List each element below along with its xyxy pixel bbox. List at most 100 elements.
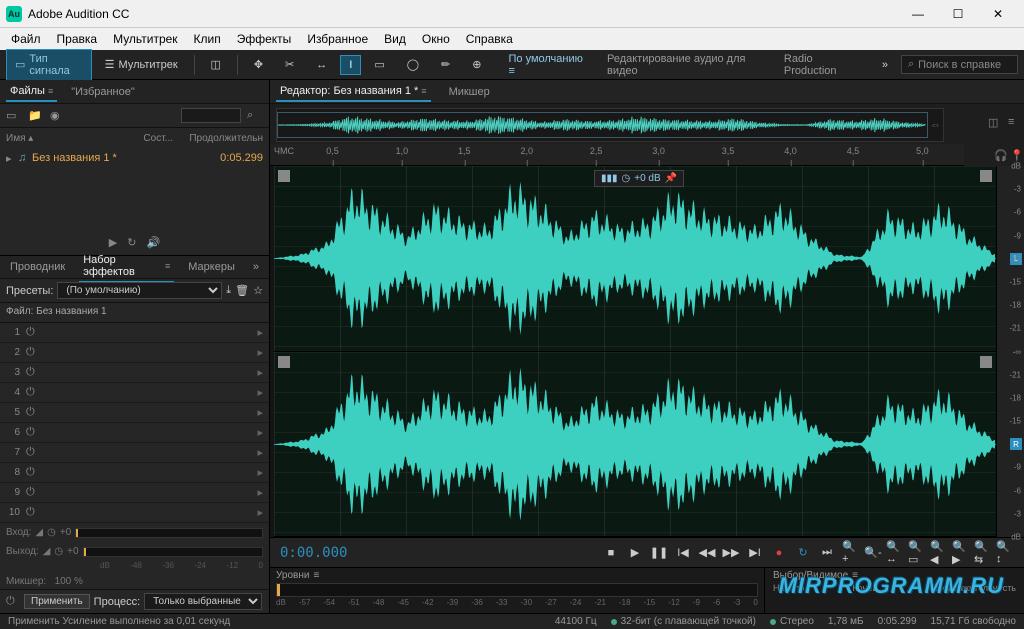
fx-slot[interactable]: 7⏻▸ [0, 443, 269, 463]
fx-slot-arrow-icon[interactable]: ▸ [257, 466, 263, 479]
knob-icon[interactable]: ◷ [47, 527, 56, 538]
zoom-in-right-button[interactable]: 🔍▶ [952, 544, 970, 562]
minimize-button[interactable]: — [898, 0, 938, 28]
close-button[interactable]: ✕ [978, 0, 1018, 28]
workspace-default[interactable]: По умолчанию ≡ [498, 53, 592, 77]
fx-power-icon[interactable]: ⏻ [6, 595, 20, 608]
fx-slot-power-icon[interactable]: ⏻ [26, 346, 38, 359]
timeline-ruler[interactable]: ЧМС 0,5 1,0 1,5 2,0 2,5 3,0 3,5 4,0 4,5 … [270, 144, 964, 166]
channel-label-r[interactable]: R [1010, 438, 1022, 450]
fx-slot[interactable]: 4⏻▸ [0, 383, 269, 403]
favorite-preset-icon[interactable]: ☆ [253, 284, 263, 297]
rewind-button[interactable]: ◀◀ [698, 544, 716, 562]
fx-slot-arrow-icon[interactable]: ▸ [257, 486, 263, 499]
fx-slot-power-icon[interactable]: ⏻ [26, 366, 38, 379]
tool-lasso-button[interactable]: ◯ [398, 54, 428, 75]
loop-button[interactable]: ↻ [794, 544, 812, 562]
delete-preset-icon[interactable]: 🗑 [235, 284, 249, 297]
fx-slot-power-icon[interactable]: ⏻ [26, 506, 38, 519]
fade-out-handle[interactable] [980, 170, 992, 182]
zoom-out-full-button[interactable]: 🔍⇆ [974, 544, 992, 562]
workspace-radio[interactable]: Radio Production [774, 53, 869, 77]
tool-spectral-button[interactable]: ◫ [202, 54, 230, 75]
zoom-out-button[interactable]: 🔍- [864, 544, 882, 562]
fade-out-handle[interactable] [980, 356, 992, 368]
open-file-icon[interactable]: 📁 [28, 109, 44, 123]
new-file-icon[interactable]: ▭ [6, 109, 22, 123]
view-waveform-button[interactable]: ▭ Тип сигнала [6, 49, 92, 81]
channel-left[interactable]: ▮▮▮ ◷ +0 dB 📌 [274, 166, 996, 352]
zoom-selection-button[interactable]: 🔍▭ [908, 544, 926, 562]
levels-tab[interactable]: Уровни≡ [276, 570, 758, 581]
tab-markers[interactable]: Маркеры [184, 258, 239, 276]
tool-cut-button[interactable]: ✂ [276, 54, 303, 75]
fx-slot-power-icon[interactable]: ⏻ [26, 466, 38, 479]
selection-tab[interactable]: Выбор/Видимое≡ [773, 570, 1016, 581]
tab-mixer[interactable]: Микшер [445, 83, 494, 101]
view-multitrack-button[interactable]: ☰ Мультитрек [96, 54, 187, 75]
fx-overflow[interactable]: » [249, 258, 263, 276]
fx-slot-arrow-icon[interactable]: ▸ [257, 346, 263, 359]
fx-preset-select[interactable]: (По умолчанию) [57, 282, 222, 299]
fx-slot-arrow-icon[interactable]: ▸ [257, 506, 263, 519]
fx-slot-arrow-icon[interactable]: ▸ [257, 426, 263, 439]
tool-brush-button[interactable]: ✏ [432, 54, 459, 75]
waveform-overview[interactable]: ⇔ [276, 108, 944, 142]
fx-slot-power-icon[interactable]: ⏻ [26, 386, 38, 399]
stop-button[interactable]: ■ [602, 544, 620, 562]
menu-help[interactable]: Справка [459, 30, 520, 48]
go-start-button[interactable]: I◀ [674, 544, 692, 562]
tool-move-button[interactable]: ✥ [245, 54, 272, 75]
fx-slot[interactable]: 10⏻▸ [0, 503, 269, 523]
fx-slot-power-icon[interactable]: ⏻ [26, 406, 38, 419]
fx-slot-power-icon[interactable]: ⏻ [26, 326, 38, 339]
fx-slot-arrow-icon[interactable]: ▸ [257, 366, 263, 379]
fx-slot-arrow-icon[interactable]: ▸ [257, 326, 263, 339]
fx-slot-arrow-icon[interactable]: ▸ [257, 386, 263, 399]
fx-slot[interactable]: 1⏻▸ [0, 323, 269, 343]
zoom-vertical-button[interactable]: 🔍↕ [996, 544, 1014, 562]
play-button[interactable]: ▶ [626, 544, 644, 562]
col-name[interactable]: Имя ▴ [6, 133, 133, 144]
fx-apply-button[interactable]: Применить [24, 594, 90, 609]
maximize-button[interactable]: ☐ [938, 0, 978, 28]
hud-volume[interactable]: ▮▮▮ ◷ +0 dB 📌 [594, 170, 684, 187]
fx-slot[interactable]: 6⏻▸ [0, 423, 269, 443]
col-duration[interactable]: Продолжительн [173, 133, 263, 144]
skip-button[interactable]: ⏭ [818, 544, 836, 562]
tool-time-button[interactable]: I [340, 55, 361, 75]
workspace-edit-video[interactable]: Редактирование аудио для видео [597, 53, 770, 77]
preview-play-icon[interactable]: ▶ [109, 236, 117, 249]
headphone-icon[interactable]: 🎧 [994, 149, 1008, 162]
fx-slot[interactable]: 3⏻▸ [0, 363, 269, 383]
zoom-in-button[interactable]: 🔍+ [842, 544, 860, 562]
files-filter-input[interactable] [181, 108, 241, 123]
go-end-button[interactable]: ▶I [746, 544, 764, 562]
col-status[interactable]: Сост... [133, 133, 173, 144]
timecode-display[interactable]: 0:00.000 [280, 545, 370, 561]
fx-slot-arrow-icon[interactable]: ▸ [257, 446, 263, 459]
tab-favorites[interactable]: "Избранное" [67, 83, 139, 101]
fx-slot-arrow-icon[interactable]: ▸ [257, 406, 263, 419]
filter-icon[interactable]: ⌕ [247, 109, 263, 123]
expand-icon[interactable]: ▸ [6, 152, 18, 165]
tab-files[interactable]: Файлы≡ [6, 82, 57, 102]
menu-favorites[interactable]: Избранное [300, 30, 375, 48]
fade-in-handle[interactable] [278, 356, 290, 368]
fx-slot-power-icon[interactable]: ⏻ [26, 486, 38, 499]
fx-slot[interactable]: 2⏻▸ [0, 343, 269, 363]
menu-window[interactable]: Окно [415, 30, 457, 48]
fx-slot-power-icon[interactable]: ⏻ [26, 446, 38, 459]
fx-process-select[interactable]: Только выбранные [144, 593, 262, 610]
overview-menu-icon[interactable]: ≡ [1008, 116, 1024, 132]
tool-slip-button[interactable]: ↔ [307, 55, 336, 75]
pin-icon[interactable]: 📍 [1010, 149, 1024, 162]
menu-clip[interactable]: Клип [187, 30, 228, 48]
zoom-in-left-button[interactable]: 🔍◀ [930, 544, 948, 562]
fx-slot-power-icon[interactable]: ⏻ [26, 426, 38, 439]
preview-autoplay-icon[interactable]: 🔊 [146, 236, 160, 249]
menu-file[interactable]: Файл [4, 30, 48, 48]
menu-edit[interactable]: Правка [50, 30, 105, 48]
tool-healing-button[interactable]: ⊕ [463, 54, 490, 75]
hud-pin-icon[interactable]: 📌 [665, 173, 677, 184]
